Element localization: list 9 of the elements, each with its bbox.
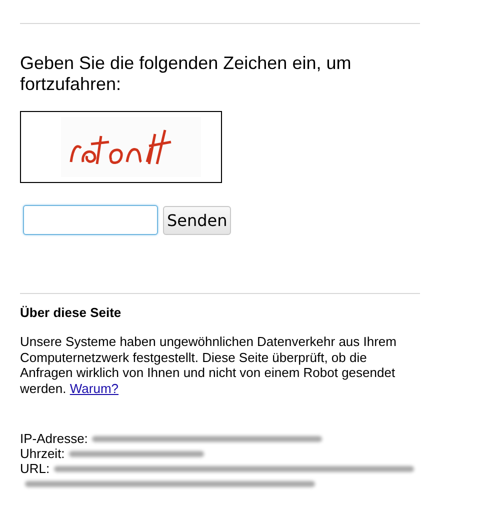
send-button[interactable]: Senden [163,206,232,234]
detail-label: Uhrzeit: [20,446,65,461]
about-heading: Über diese Seite [20,305,122,320]
detail-label: IP-Adresse: [20,431,88,446]
why-link[interactable]: Warum? [70,380,119,396]
detail-label: URL: [20,461,50,476]
captcha-prompt: Geben Sie die folgenden Zeichen ein, um fortzufahren: [20,53,352,95]
info-paragraph: Unsere Systeme haben ungewöhnlichen Datenverkehr aus Ihrem Computernetzwerk festgestellt. Diese Seite überprüft, ob die Anfragen wirklich von Ihnen und nicht von einem Robot gesendet werden. Warum? [20,334,398,396]
answer-field[interactable] [23,205,158,235]
